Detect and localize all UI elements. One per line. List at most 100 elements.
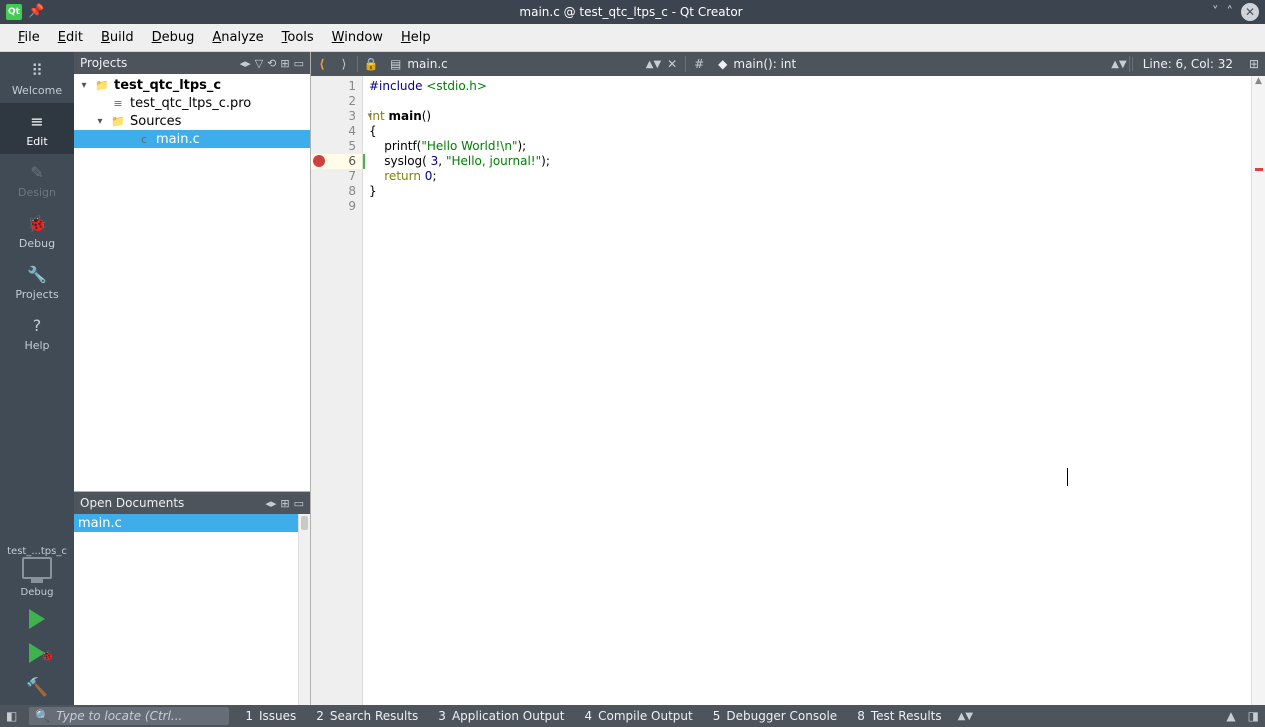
- menu-help[interactable]: Help: [393, 27, 439, 48]
- nav-forward-icon[interactable]: ⟩: [333, 53, 355, 75]
- kit-mode: Debug: [2, 587, 72, 598]
- open-doc-item[interactable]: main.c: [74, 514, 310, 532]
- maximize-icon[interactable]: ˄: [1227, 5, 1234, 20]
- mode-welcome[interactable]: ⠿Welcome: [0, 52, 74, 103]
- projects-icon: 🔧: [25, 264, 49, 284]
- build-button[interactable]: 🔨: [0, 670, 74, 705]
- scrollbar[interactable]: ▲: [1251, 76, 1265, 705]
- error-mark: [1255, 168, 1263, 171]
- search-icon: 🔍: [35, 709, 50, 723]
- output-pane-application-output[interactable]: 3Application Output: [428, 709, 574, 723]
- lock-icon[interactable]: 🔒: [360, 53, 382, 75]
- file-label: main.c: [407, 57, 447, 71]
- menu-debug[interactable]: Debug: [144, 27, 203, 48]
- run-debug-button[interactable]: [0, 636, 74, 670]
- tree-row[interactable]: ▾📁test_qtc_ltps_c: [74, 76, 310, 94]
- breakpoint-icon[interactable]: [313, 155, 325, 167]
- menu-tools[interactable]: Tools: [274, 27, 322, 48]
- open-documents-list[interactable]: main.c: [74, 514, 310, 705]
- updown-icon[interactable]: ◂▸: [240, 57, 251, 70]
- menu-analyze[interactable]: Analyze: [204, 27, 271, 48]
- output-pane-debugger-console[interactable]: 5Debugger Console: [703, 709, 848, 723]
- mode-help[interactable]: ?Help: [0, 307, 74, 358]
- mode-rail: ⠿Welcome≡Edit✎Design🐞Debug🔧Projects?Help…: [0, 52, 74, 705]
- edit-icon: ≡: [25, 111, 49, 131]
- mode-design[interactable]: ✎Design: [0, 154, 74, 205]
- gutter-line[interactable]: 8: [311, 184, 362, 199]
- function-label: main(): int: [733, 57, 796, 71]
- symbol-selector[interactable]: ◆ main(): int: [710, 57, 1111, 71]
- line-gutter[interactable]: 123▾456789: [311, 76, 363, 705]
- output-pane-test-results[interactable]: 8Test Results: [847, 709, 951, 723]
- code-editor[interactable]: #include <stdio.h> int main() { printf("…: [363, 76, 1265, 705]
- pin-icon[interactable]: 📌: [28, 4, 44, 20]
- gutter-line[interactable]: 6: [311, 154, 362, 169]
- mode-projects[interactable]: 🔧Projects: [0, 256, 74, 307]
- gutter-line[interactable]: 5: [311, 139, 362, 154]
- symbol-updown-icon[interactable]: ▲▼: [1111, 59, 1126, 70]
- titlebar: Qt 📌 main.c @ test_qtc_ltps_c - Qt Creat…: [0, 0, 1265, 24]
- nav-back-icon[interactable]: ⟨: [311, 53, 333, 75]
- split-icon[interactable]: ⊞: [280, 497, 289, 510]
- scroll-up-icon[interactable]: ▲: [1252, 76, 1265, 90]
- file-icon: ▤: [390, 57, 401, 71]
- tree-row[interactable]: cmain.c: [74, 130, 310, 148]
- menu-window[interactable]: Window: [324, 27, 391, 48]
- link-icon[interactable]: ⟲: [267, 57, 276, 70]
- gutter-line[interactable]: 7: [311, 169, 362, 184]
- function-tag-icon: ◆: [718, 57, 727, 71]
- menu-edit[interactable]: Edit: [50, 27, 91, 48]
- gutter-line[interactable]: 4: [311, 124, 362, 139]
- hash-icon[interactable]: #: [688, 53, 710, 75]
- menu-build[interactable]: Build: [93, 27, 142, 48]
- kit-label: test_...tps_c: [2, 546, 72, 557]
- mode-edit[interactable]: ≡Edit: [0, 103, 74, 154]
- output-pane-issues[interactable]: 1Issues: [235, 709, 306, 723]
- close-icon[interactable]: ✕: [1241, 3, 1259, 21]
- close-panel-icon[interactable]: ▭: [294, 497, 304, 510]
- welcome-icon: ⠿: [25, 60, 49, 80]
- minimize-icon[interactable]: ˅: [1212, 5, 1219, 20]
- qt-logo-icon: Qt: [6, 4, 22, 20]
- monitor-icon: [22, 557, 52, 579]
- panes-updown-icon[interactable]: ▲▼: [952, 711, 979, 722]
- output-collapse-icon[interactable]: ▲: [1220, 705, 1241, 727]
- statusbar: ◧ 🔍 Type to locate (Ctrl... 1Issues2Sear…: [0, 705, 1265, 727]
- debug-icon: 🐞: [25, 213, 49, 233]
- projects-panel-title: Projects: [80, 56, 236, 70]
- filter-icon[interactable]: ▽: [255, 57, 263, 70]
- locator-input[interactable]: 🔍 Type to locate (Ctrl...: [29, 707, 229, 725]
- menubar: FileEditBuildDebugAnalyzeToolsWindowHelp: [0, 24, 1265, 52]
- file-selector[interactable]: ▤ main.c: [382, 57, 456, 71]
- window-title: main.c @ test_qtc_ltps_c - Qt Creator: [50, 5, 1212, 19]
- gutter-line[interactable]: 3▾: [311, 109, 362, 124]
- editor-toolbar: ⟨ ⟩ 🔒 ▤ main.c ▲▼ ✕ # ◆ main(): int ▲▼ L…: [311, 52, 1265, 76]
- toggle-sidebar-icon[interactable]: ◧: [0, 705, 23, 727]
- help-icon: ?: [25, 315, 49, 335]
- gutter-line[interactable]: 9: [311, 199, 362, 214]
- locator-placeholder: Type to locate (Ctrl...: [56, 709, 182, 723]
- split-editor-icon[interactable]: ⊞: [1243, 57, 1265, 71]
- menu-file[interactable]: File: [10, 27, 48, 48]
- file-updown-icon[interactable]: ▲▼: [646, 59, 661, 70]
- tree-row[interactable]: ▾📁Sources: [74, 112, 310, 130]
- text-cursor-icon: [1067, 468, 1069, 486]
- tree-row[interactable]: ≡test_qtc_ltps_c.pro: [74, 94, 310, 112]
- kit-selector[interactable]: test_...tps_c Debug: [0, 542, 74, 602]
- updown-icon[interactable]: ◂▸: [265, 497, 276, 510]
- gutter-line[interactable]: 1: [311, 79, 362, 94]
- scrollbar[interactable]: [298, 514, 310, 705]
- close-file-icon[interactable]: ✕: [661, 53, 683, 75]
- output-pane-search-results[interactable]: 2Search Results: [306, 709, 428, 723]
- open-documents-title: Open Documents: [80, 496, 261, 510]
- gutter-line[interactable]: 2: [311, 94, 362, 109]
- projects-panel-header: Projects ◂▸ ▽ ⟲ ⊞ ▭: [74, 52, 310, 74]
- close-panel-icon[interactable]: ▭: [294, 57, 304, 70]
- project-tree[interactable]: ▾📁test_qtc_ltps_c≡test_qtc_ltps_c.pro▾📁S…: [74, 74, 310, 491]
- toggle-right-sidebar-icon[interactable]: ◨: [1242, 705, 1265, 727]
- output-pane-compile-output[interactable]: 4Compile Output: [574, 709, 702, 723]
- mode-debug[interactable]: 🐞Debug: [0, 205, 74, 256]
- line-col-indicator[interactable]: Line: 6, Col: 32: [1132, 57, 1243, 71]
- run-button[interactable]: [0, 602, 74, 636]
- split-icon[interactable]: ⊞: [280, 57, 289, 70]
